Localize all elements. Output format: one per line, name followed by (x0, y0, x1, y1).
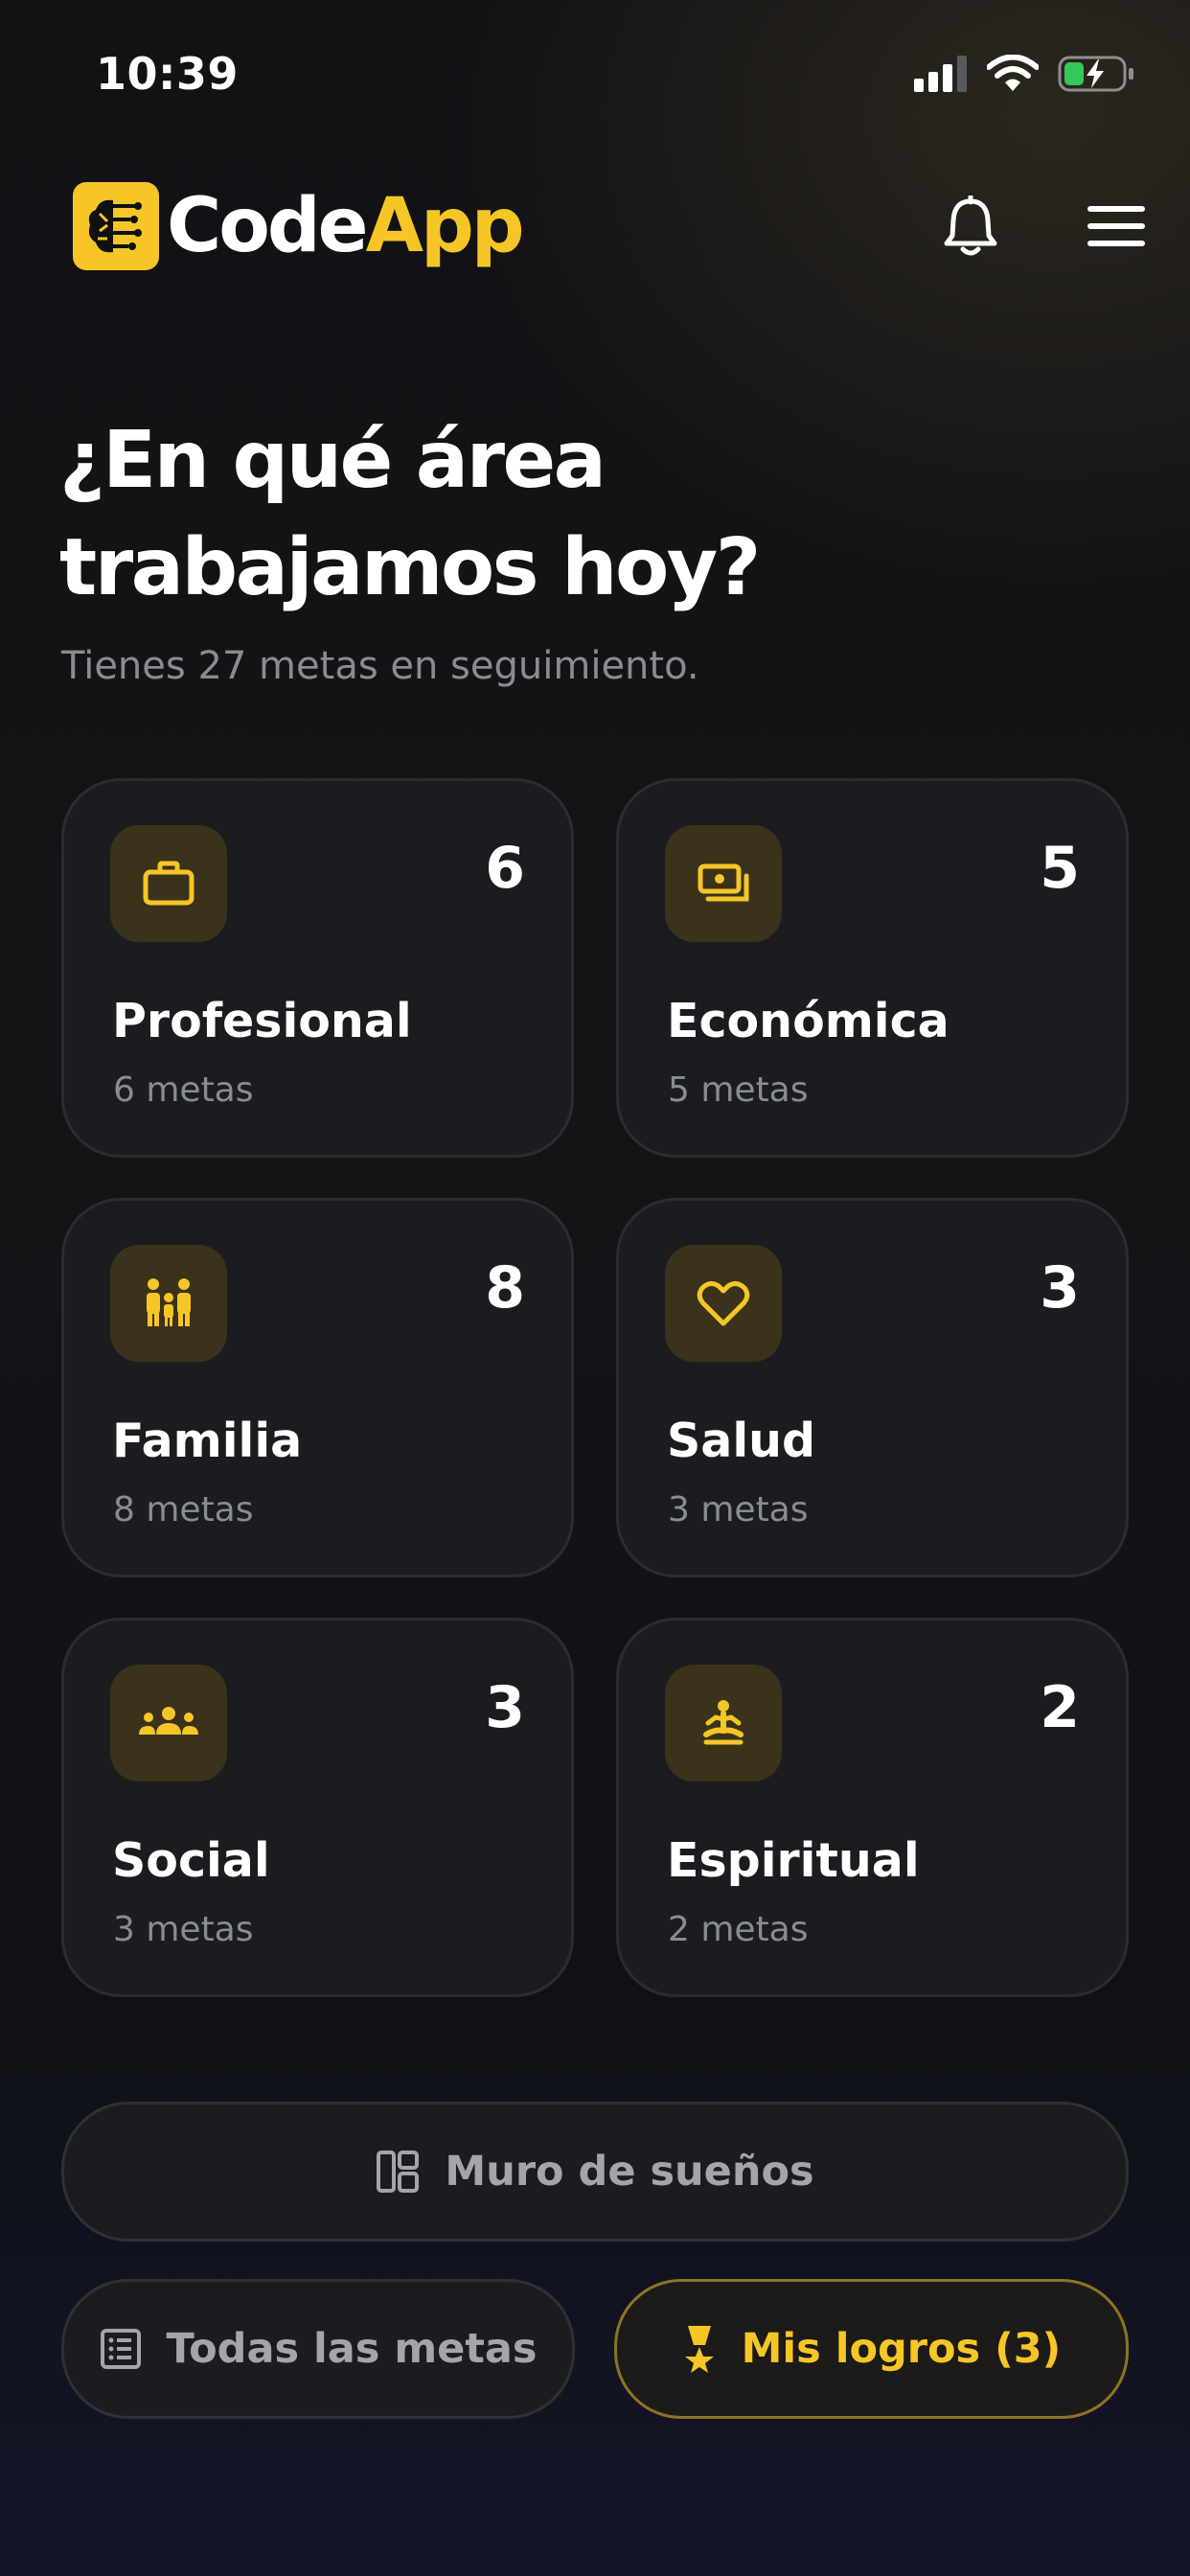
area-card-profesional[interactable]: 6 Profesional 6 metas (61, 778, 574, 1158)
area-goal-count: 2 metas (668, 1910, 809, 1949)
area-count: 2 (1040, 1674, 1080, 1741)
area-goal-count: 8 metas (113, 1490, 254, 1530)
area-card-espiritual[interactable]: 2 Espiritual 2 metas (616, 1618, 1129, 1997)
achievements-label: Mis logros (3) (741, 2325, 1062, 2373)
dream-wall-label: Muro de sueños (445, 2148, 814, 2196)
area-card-familia[interactable]: 8 Familia 8 metas (61, 1198, 574, 1577)
area-name: Espiritual (667, 1833, 920, 1888)
app-name-part-2: App (365, 183, 525, 269)
app-name-part-1: Code (167, 183, 369, 269)
all-goals-button[interactable]: Todas las metas (61, 2279, 575, 2419)
area-name: Salud (667, 1414, 816, 1468)
family-icon (110, 1245, 227, 1362)
area-goal-count: 3 metas (113, 1910, 254, 1949)
area-name: Familia (112, 1414, 303, 1468)
bell-icon[interactable] (939, 196, 1002, 259)
area-goal-count: 6 metas (113, 1070, 254, 1110)
dashboard-layout-icon (377, 2150, 420, 2193)
dream-wall-button[interactable]: Muro de sueños (61, 2102, 1129, 2242)
area-count: 6 (485, 835, 525, 902)
hamburger-menu-icon[interactable] (1087, 199, 1146, 253)
area-name: Económica (667, 994, 950, 1048)
area-count: 8 (485, 1254, 525, 1322)
area-goal-count: 3 metas (668, 1490, 809, 1530)
area-count: 3 (485, 1674, 525, 1741)
app-logo: CodeApp (73, 182, 525, 270)
achievements-button[interactable]: Mis logros (3) (614, 2279, 1129, 2419)
area-card-economica[interactable]: 5 Económica 5 metas (616, 778, 1129, 1158)
wifi-icon (987, 55, 1039, 91)
page-subtitle: Tienes 27 metas en seguimiento. (61, 644, 699, 688)
battery-charging-icon (1058, 56, 1133, 92)
areas-grid: 6 Profesional 6 metas 5 Económica 5 meta… (61, 778, 1129, 1997)
status-icons (914, 50, 1134, 98)
money-icon (665, 825, 782, 942)
area-card-salud[interactable]: 3 Salud 3 metas (616, 1198, 1129, 1577)
page-title: ¿En qué área trabajamos hoy? (59, 415, 761, 613)
area-goal-count: 5 metas (668, 1070, 809, 1110)
area-name: Profesional (112, 994, 412, 1048)
meditation-icon (665, 1665, 782, 1782)
brain-circuit-logo-icon (73, 182, 159, 270)
status-time: 10:39 (96, 48, 239, 100)
heart-icon (665, 1245, 782, 1362)
cellular-signal-icon (914, 56, 967, 92)
area-count: 3 (1040, 1254, 1080, 1322)
area-count: 5 (1040, 835, 1080, 902)
list-icon (100, 2329, 141, 2369)
group-icon (110, 1665, 227, 1782)
medal-icon (684, 2326, 714, 2373)
briefcase-icon (110, 825, 227, 942)
area-card-social[interactable]: 3 Social 3 metas (61, 1618, 574, 1997)
app-name: CodeApp (167, 183, 525, 269)
all-goals-label: Todas las metas (166, 2325, 538, 2373)
area-name: Social (112, 1833, 270, 1888)
